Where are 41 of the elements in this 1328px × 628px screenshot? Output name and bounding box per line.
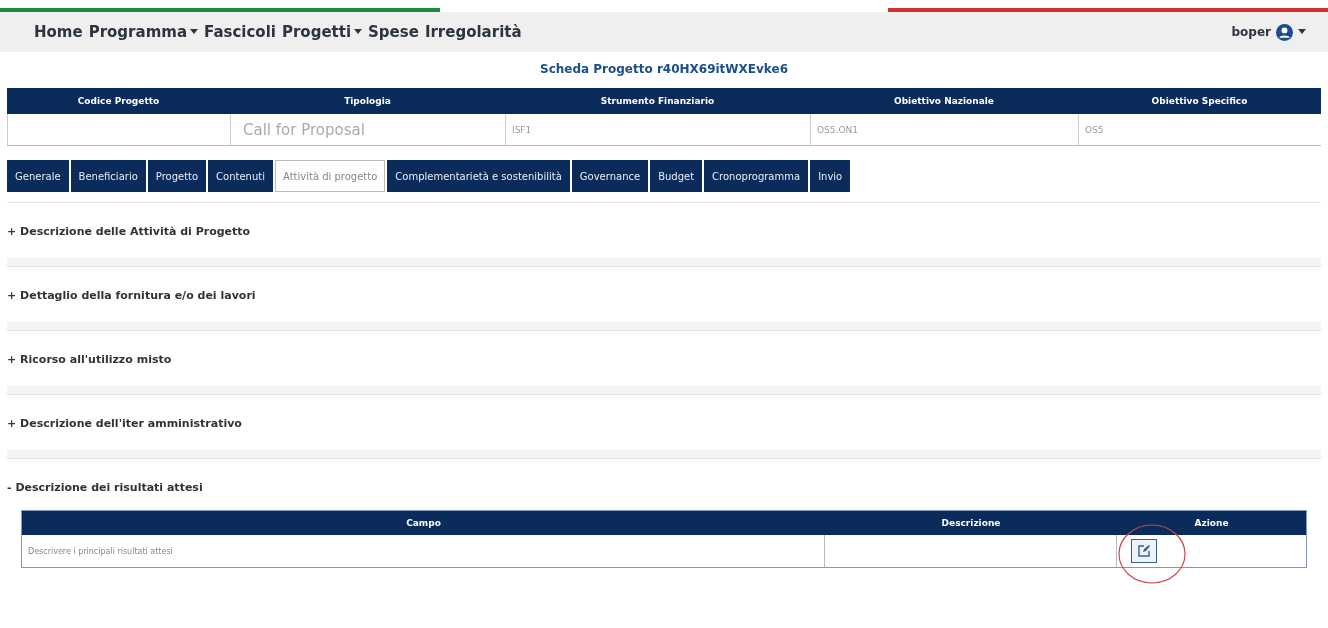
section-header[interactable]: + Descrizione delle Attività di Progetto [7, 203, 1321, 266]
tab[interactable]: Budget [650, 160, 703, 192]
column-header: Azione [1117, 511, 1306, 535]
tab[interactable]: Cronoprogramma [704, 160, 809, 192]
column-header: Descrizione [825, 511, 1117, 535]
nav-link[interactable]: Progetti [281, 23, 363, 41]
column-header: Tipologia [230, 88, 505, 114]
column-header: Obiettivo Specifico [1078, 88, 1321, 114]
table-cell: OS5.ON1 [810, 114, 1078, 146]
nav-link[interactable]: Home [34, 23, 83, 41]
column-header: Codice Progetto [7, 88, 230, 114]
page-title: Scheda Progetto r40HX69itWXEvke6 [539, 61, 789, 78]
nav-link[interactable]: Fascicoli [204, 23, 276, 41]
caret-icon[interactable] [1298, 29, 1306, 35]
nav-link[interactable]: Irregolarità [424, 23, 522, 41]
section-header[interactable]: - Descrizione dei risultati attesi [7, 459, 1321, 510]
section-header[interactable]: + Ricorso all'utilizzo misto [7, 331, 1321, 394]
tab[interactable]: Invio [810, 160, 851, 192]
edit-button[interactable] [1131, 539, 1157, 563]
tab[interactable]: Beneficiario [70, 160, 146, 192]
column-header: Strumento Finanziario [505, 88, 810, 114]
user-name[interactable]: boper [1231, 25, 1271, 39]
section-header[interactable]: + Descrizione dell'iter amministrativo [7, 395, 1321, 458]
column-header: Campo [22, 511, 825, 535]
section-header[interactable]: + Dettaglio della fornitura e/o dei lavori [7, 267, 1321, 330]
table-cell: Call for Proposal [230, 114, 505, 146]
edit-icon [1137, 544, 1151, 558]
tab[interactable]: Contenuti [208, 160, 273, 192]
user-icon[interactable] [1276, 23, 1293, 41]
tab[interactable]: Attività di progetto [275, 160, 386, 192]
tab[interactable]: Progetto [147, 160, 207, 192]
highlight-circle [1117, 523, 1187, 585]
table-cell: ISF1 [505, 114, 810, 146]
tab[interactable]: Generale [7, 160, 69, 192]
table-cell: Descrivere i principali risultati attesi [22, 535, 825, 567]
column-header: Obiettivo Nazionale [810, 88, 1078, 114]
table-cell: OS5 [1078, 114, 1321, 146]
tab[interactable]: Complementarietà e sostenibilità [387, 160, 570, 192]
tab[interactable]: Governance [571, 160, 649, 192]
nav-link[interactable]: Spese [368, 23, 419, 41]
nav-link[interactable]: Programma [88, 23, 198, 41]
